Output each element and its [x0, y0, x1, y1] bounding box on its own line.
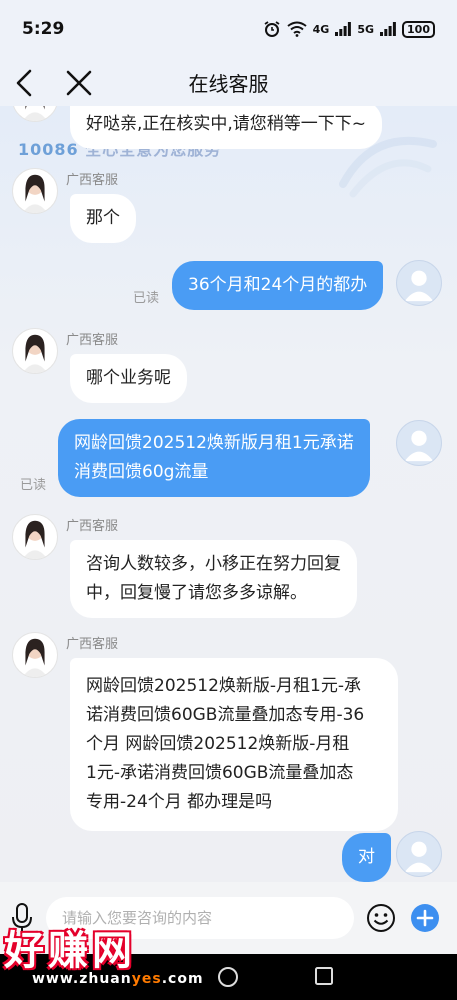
message-bubble-user: 网龄回馈202512焕新版月租1元承诺 消费回馈60g流量 — [58, 419, 370, 497]
message-line: 1元-承诺消费回馈60GB流量叠加态 — [86, 763, 354, 783]
agent-avatar — [12, 168, 58, 214]
network-4g-label: 4G — [312, 22, 330, 36]
message-bubble-agent: 那个 — [70, 194, 136, 243]
message-bubble-agent: 网龄回馈202512焕新版-月租1元-承 诺消费回馈60GB流量叠加态专用-36… — [70, 658, 398, 831]
message-bubble-user: 36个月和24个月的都办 — [172, 261, 384, 310]
user-avatar — [396, 420, 442, 466]
home-nav-icon[interactable] — [217, 966, 239, 988]
signal-icon-1 — [335, 22, 352, 36]
read-status: 已读 — [133, 291, 160, 306]
site-logo-text: 好赚网 — [4, 927, 136, 974]
message-line: 个月 网龄回馈202512焕新版-月租 — [86, 734, 350, 754]
message-line: 诺消费回馈60GB流量叠加态专用-36 — [86, 705, 365, 725]
status-icons: 4G 5G 100 — [263, 20, 435, 38]
agent-avatar — [12, 328, 58, 374]
message-line: 专用-24个月 都办理是吗 — [86, 792, 273, 812]
sender-name: 广西客服 — [66, 333, 119, 348]
agent-avatar — [12, 514, 58, 560]
network-5g-label: 5G — [357, 22, 375, 36]
emoji-icon[interactable] — [366, 903, 396, 933]
sender-name: 广西客服 — [66, 519, 119, 534]
status-bar: 5:29 4G 5G 100 — [0, 0, 457, 58]
site-logo-url: www.zhuanyes.com — [32, 971, 204, 987]
site-watermark-logo: 好赚网 www.zhuanyes.com — [2, 918, 203, 1000]
battery-icon: 100 — [402, 20, 435, 38]
status-time: 5:29 — [22, 19, 65, 39]
user-avatar — [396, 260, 442, 306]
close-icon[interactable] — [62, 66, 96, 100]
read-status: 已读 — [20, 478, 47, 493]
message-line: 网龄回馈202512焕新版-月租1元-承 — [86, 676, 361, 696]
recent-apps-icon[interactable] — [314, 966, 334, 986]
wifi-icon — [287, 21, 307, 37]
add-icon[interactable] — [410, 903, 440, 933]
message-line: 中，回复慢了请您多多谅解。 — [86, 583, 307, 603]
user-avatar — [396, 831, 442, 877]
sender-name: 广西客服 — [66, 637, 119, 652]
signal-icon-2 — [380, 22, 396, 36]
message-line: 消费回馈60g流量 — [74, 462, 209, 482]
chat-area[interactable]: 10086 全心全意为您服务 好哒亲,正在核实中,请您稍等一下下~ 广西客服 那… — [0, 106, 457, 882]
header: 在线客服 — [0, 58, 457, 106]
sender-name: 广西客服 — [66, 173, 119, 188]
message-bubble-user: 对 — [342, 833, 391, 882]
message-line: 网龄回馈202512焕新版月租1元承诺 — [74, 433, 354, 453]
agent-avatar — [12, 106, 58, 122]
message-line: 咨询人数较多，小移正在努力回复 — [86, 554, 341, 574]
back-icon[interactable] — [8, 66, 42, 100]
message-bubble-agent: 好哒亲,正在核实中,请您稍等一下下~ — [70, 106, 383, 149]
message-bubble-agent: 哪个业务呢 — [70, 354, 187, 403]
alarm-icon — [264, 21, 280, 37]
brand-number: 10086 — [18, 140, 79, 159]
message-bubble-agent: 咨询人数较多，小移正在努力回复 中，回复慢了请您多多谅解。 — [70, 540, 357, 618]
agent-avatar — [12, 632, 58, 678]
